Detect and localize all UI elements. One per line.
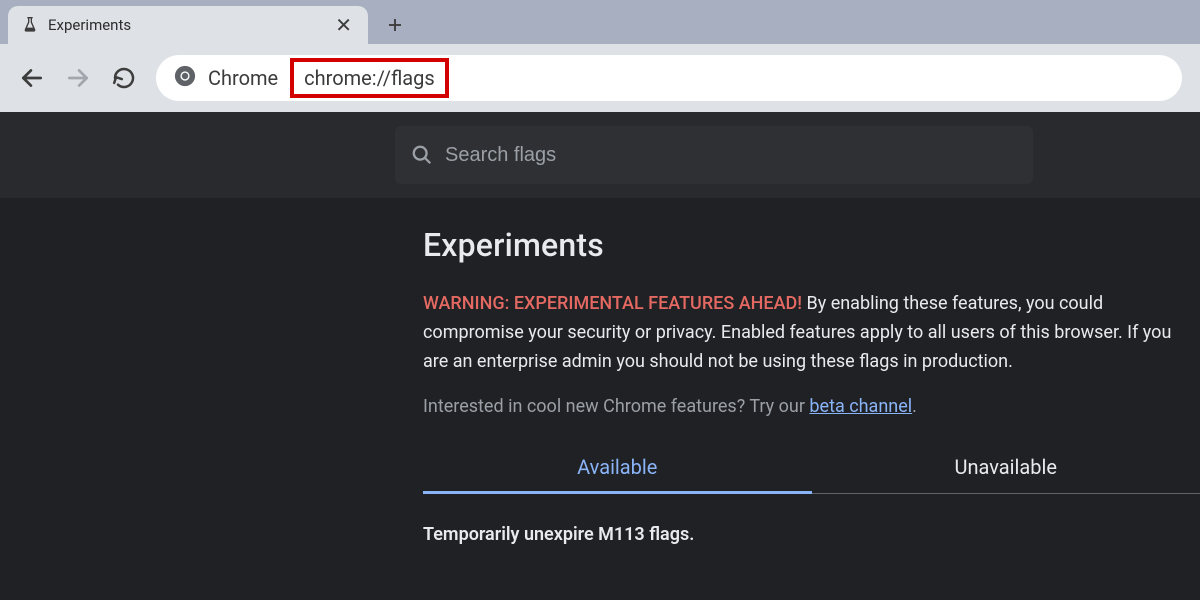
tab-unavailable[interactable]: Unavailable [812, 445, 1200, 493]
search-input[interactable] [445, 144, 1017, 167]
reload-button[interactable] [110, 64, 138, 92]
page-title: Experiments [423, 226, 1200, 264]
browser-tab[interactable]: Experiments ✕ [8, 6, 368, 44]
omnibox[interactable]: Chrome chrome://flags [156, 55, 1182, 101]
flags-tabs: Available Unavailable [423, 445, 1200, 494]
forward-button[interactable] [64, 64, 92, 92]
chrome-icon [174, 65, 196, 91]
omnibox-scheme-label: Chrome [208, 66, 278, 90]
browser-toolbar: Chrome chrome://flags [0, 44, 1200, 112]
left-gutter [0, 198, 395, 600]
main-column: Experiments WARNING: EXPERIMENTAL FEATUR… [395, 198, 1200, 600]
tab-title: Experiments [48, 16, 323, 34]
tab-strip: Experiments ✕ [0, 0, 1200, 44]
back-button[interactable] [18, 64, 46, 92]
beta-line: Interested in cool new Chrome features? … [423, 396, 1200, 417]
close-icon[interactable]: ✕ [333, 13, 354, 37]
search-band [0, 112, 1200, 198]
beta-channel-link[interactable]: beta channel [809, 396, 912, 417]
new-tab-button[interactable] [380, 10, 410, 40]
flask-icon [22, 17, 38, 33]
beta-prefix: Interested in cool new Chrome features? … [423, 396, 809, 417]
flag-item-title: Temporarily unexpire M113 flags. [423, 524, 1200, 545]
warning-text: WARNING: EXPERIMENTAL FEATURES AHEAD! By… [423, 290, 1200, 376]
warning-prefix: WARNING: EXPERIMENTAL FEATURES AHEAD! [423, 293, 802, 314]
beta-suffix: . [912, 396, 917, 417]
omnibox-url: chrome://flags [290, 58, 449, 98]
search-flags-field[interactable] [395, 126, 1033, 184]
search-icon [411, 144, 433, 166]
tab-available[interactable]: Available [423, 445, 812, 493]
page-content: Experiments WARNING: EXPERIMENTAL FEATUR… [0, 112, 1200, 600]
